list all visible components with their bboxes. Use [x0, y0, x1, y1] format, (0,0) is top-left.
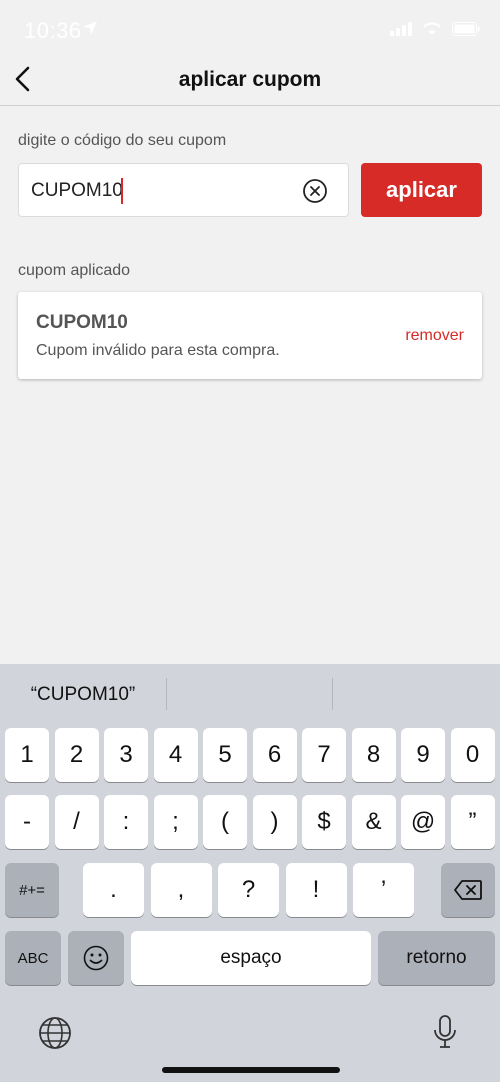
- keyboard-key[interactable]: -: [5, 795, 49, 849]
- remove-coupon-button[interactable]: remover: [405, 327, 464, 345]
- applied-coupon-code: CUPOM10: [36, 312, 128, 333]
- text-caret: [121, 178, 123, 204]
- keyboard-key[interactable]: &: [351, 795, 396, 849]
- status-icons: [390, 22, 480, 36]
- applied-coupon-label: cupom aplicado: [18, 262, 131, 279]
- keyboard-key[interactable]: 5: [203, 728, 247, 782]
- keyboard-key[interactable]: 6: [252, 728, 297, 782]
- home-indicator: [162, 1067, 340, 1073]
- status-bar: 10:36: [0, 0, 500, 60]
- keyboard-key[interactable]: ,: [150, 863, 212, 917]
- coupon-input-container: [18, 163, 349, 217]
- wifi-icon: [423, 22, 441, 35]
- keyboard-key[interactable]: $: [302, 795, 346, 849]
- page-title: aplicar cupom: [178, 68, 322, 91]
- coupon-input-label: digite o código do seu cupom: [18, 132, 227, 149]
- backspace-icon: [454, 880, 482, 900]
- keyboard-key[interactable]: ’: [353, 863, 414, 917]
- return-key[interactable]: retorno: [378, 931, 495, 985]
- keyboard-key[interactable]: ?: [218, 863, 279, 917]
- suggestion-bar: “CUPOM10”: [0, 664, 500, 722]
- keyboard-key[interactable]: 7: [302, 728, 346, 782]
- coupon-code-input[interactable]: [31, 177, 291, 205]
- microphone-icon[interactable]: [432, 1014, 458, 1050]
- keyboard-key[interactable]: 0: [450, 728, 495, 782]
- keyboard-key[interactable]: (: [203, 795, 247, 849]
- globe-icon[interactable]: [38, 1016, 72, 1050]
- location-arrow-icon: [83, 21, 97, 35]
- status-time: 10:36: [24, 18, 82, 43]
- signal-icon: [390, 22, 412, 36]
- suggestion-divider: [166, 678, 167, 710]
- keyboard-key[interactable]: 4: [153, 728, 198, 782]
- keyboard-key[interactable]: .: [83, 863, 144, 917]
- keyboard-key[interactable]: /: [54, 795, 99, 849]
- nav-header: aplicar cupom: [0, 56, 500, 106]
- keyboard-key[interactable]: ): [252, 795, 297, 849]
- abc-key[interactable]: ABC: [5, 931, 61, 985]
- suggestion-divider: [332, 678, 333, 710]
- symbols-key[interactable]: #+=: [5, 863, 59, 917]
- space-key[interactable]: espaço: [131, 931, 371, 985]
- keyboard-key[interactable]: :: [104, 795, 148, 849]
- applied-coupon-card: CUPOM10 Cupom inválido para esta compra.…: [18, 292, 482, 379]
- keyboard: “CUPOM10” 1234567890 - /:;() $ & @” .,?!’ #+…: [0, 664, 500, 1082]
- keyboard-key[interactable]: 9: [401, 728, 445, 782]
- suggestion-item[interactable]: “CUPOM10”: [0, 684, 166, 706]
- keyboard-key[interactable]: !: [285, 863, 347, 917]
- keyboard-key[interactable]: ”: [450, 795, 495, 849]
- battery-icon: [452, 22, 480, 36]
- emoji-icon: [83, 945, 109, 971]
- keyboard-key[interactable]: 2: [54, 728, 99, 782]
- clear-input-icon[interactable]: [302, 178, 328, 204]
- apply-coupon-button[interactable]: aplicar: [361, 163, 482, 217]
- backspace-key[interactable]: [441, 863, 495, 917]
- coupon-status-message: Cupom inválido para esta compra.: [36, 342, 280, 359]
- keyboard-key[interactable]: 3: [104, 728, 148, 782]
- keyboard-key[interactable]: @: [401, 795, 445, 849]
- keyboard-key[interactable]: ;: [153, 795, 198, 849]
- keyboard-key[interactable]: 8: [351, 728, 396, 782]
- keyboard-key[interactable]: 1: [5, 728, 49, 782]
- emoji-key[interactable]: [68, 931, 124, 985]
